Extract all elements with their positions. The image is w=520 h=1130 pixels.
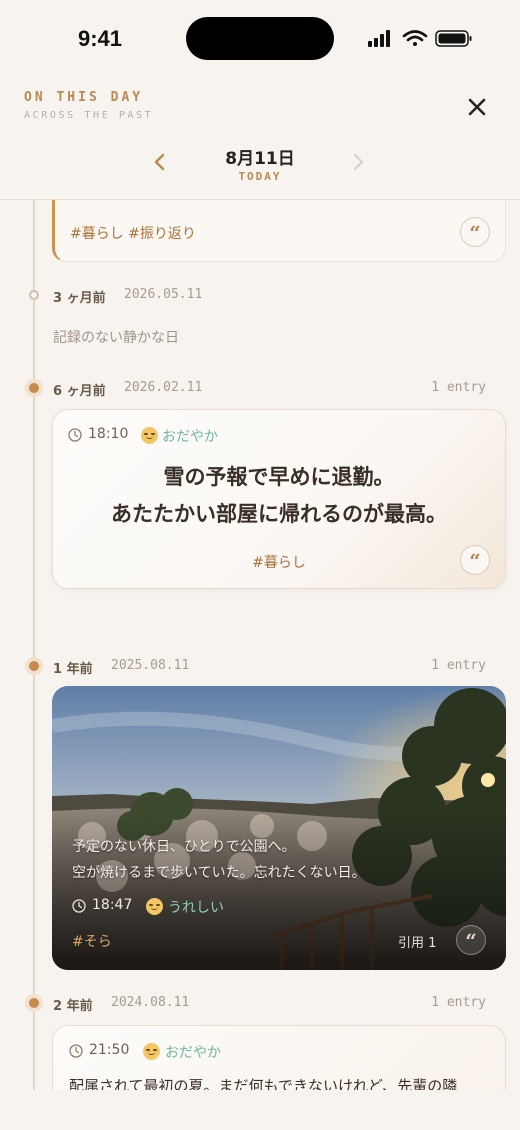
mood-emoji-icon [143, 1043, 160, 1060]
timeline-line [33, 200, 35, 1090]
entry-text-line: あたたかい部屋に帰れるのが最高。 [111, 502, 447, 526]
clock-icon [68, 428, 82, 442]
entry-tag[interactable]: #暮らし [52, 552, 506, 572]
brand-subtitle: ACROSS THE PAST [24, 110, 154, 121]
entry-mood: うれしい [168, 900, 224, 916]
entry-time: 18:47 [92, 897, 133, 913]
quote-button[interactable]: “ [460, 217, 490, 247]
timeline-dot [25, 994, 43, 1012]
entry-tags[interactable]: #暮らし #振り返り [70, 223, 196, 243]
section-date: 2026.05.11 [124, 287, 203, 302]
section-date: 2024.08.11 [111, 995, 190, 1010]
quote-icon: “ [469, 221, 481, 245]
entry-count: 1 entry [431, 658, 486, 673]
photo-entry-card[interactable] [52, 686, 506, 970]
status-time: 9:41 [78, 26, 123, 51]
timeline-dot [25, 379, 43, 397]
section-label: 2 年前 [53, 999, 93, 1014]
section-label: 3 ヶ月前 [53, 291, 106, 306]
signal-icon [368, 30, 390, 47]
header: ON THIS DAY ACROSS THE PAST 8月11日 TODAY [0, 78, 520, 200]
status-bar: 9:41 [0, 0, 520, 78]
entry-text-line: 雪の予報で早めに退勤。 [163, 465, 395, 489]
entry-count: 1 entry [431, 380, 486, 395]
quote-icon: “ [469, 549, 481, 573]
timeline-dot [25, 657, 43, 675]
today-label: TODAY [238, 170, 282, 183]
entry-time: 21:50 [89, 1042, 130, 1058]
section-label: 6 ヶ月前 [53, 384, 106, 399]
photo-entry-text-line: 空が焼けるまで歩いていた。忘れたくない日。 [72, 865, 366, 881]
empty-day-text: 記録のない静かな日 [53, 330, 179, 346]
mood-emoji-icon [141, 427, 158, 444]
entry-photo [52, 686, 506, 970]
dynamic-island [186, 17, 334, 60]
entry-count: 1 entry [431, 995, 486, 1010]
quote-button[interactable]: “ [456, 925, 486, 955]
entry-mood: おだやか [162, 429, 218, 445]
chevron-right-icon[interactable] [346, 150, 370, 174]
quote-button[interactable]: “ [460, 545, 490, 575]
bottom-safe-area [0, 1090, 520, 1130]
photo-entry-text-line: 予定のない休日、ひとりで公園へ。 [72, 839, 296, 855]
section-date: 2025.08.11 [111, 658, 190, 673]
close-icon[interactable] [462, 92, 492, 122]
entry-mood: おだやか [165, 1045, 221, 1061]
brand-title: ON THIS DAY [24, 90, 144, 105]
clock-icon [72, 899, 86, 913]
clock-icon [69, 1044, 83, 1058]
section-date: 2026.02.11 [124, 380, 203, 395]
wifi-icon [402, 30, 428, 46]
citation-count[interactable]: 引用 1 [398, 932, 436, 951]
status-icons [368, 30, 472, 47]
quote-icon: “ [465, 929, 477, 953]
section-label: 1 年前 [53, 662, 93, 677]
current-date: 8月11日 [225, 149, 295, 169]
timeline-dot-empty [29, 290, 39, 300]
battery-icon [435, 30, 472, 47]
entry-time: 18:10 [88, 426, 129, 442]
mood-emoji-icon [146, 898, 163, 915]
entry-tag[interactable]: #そら [72, 931, 112, 951]
